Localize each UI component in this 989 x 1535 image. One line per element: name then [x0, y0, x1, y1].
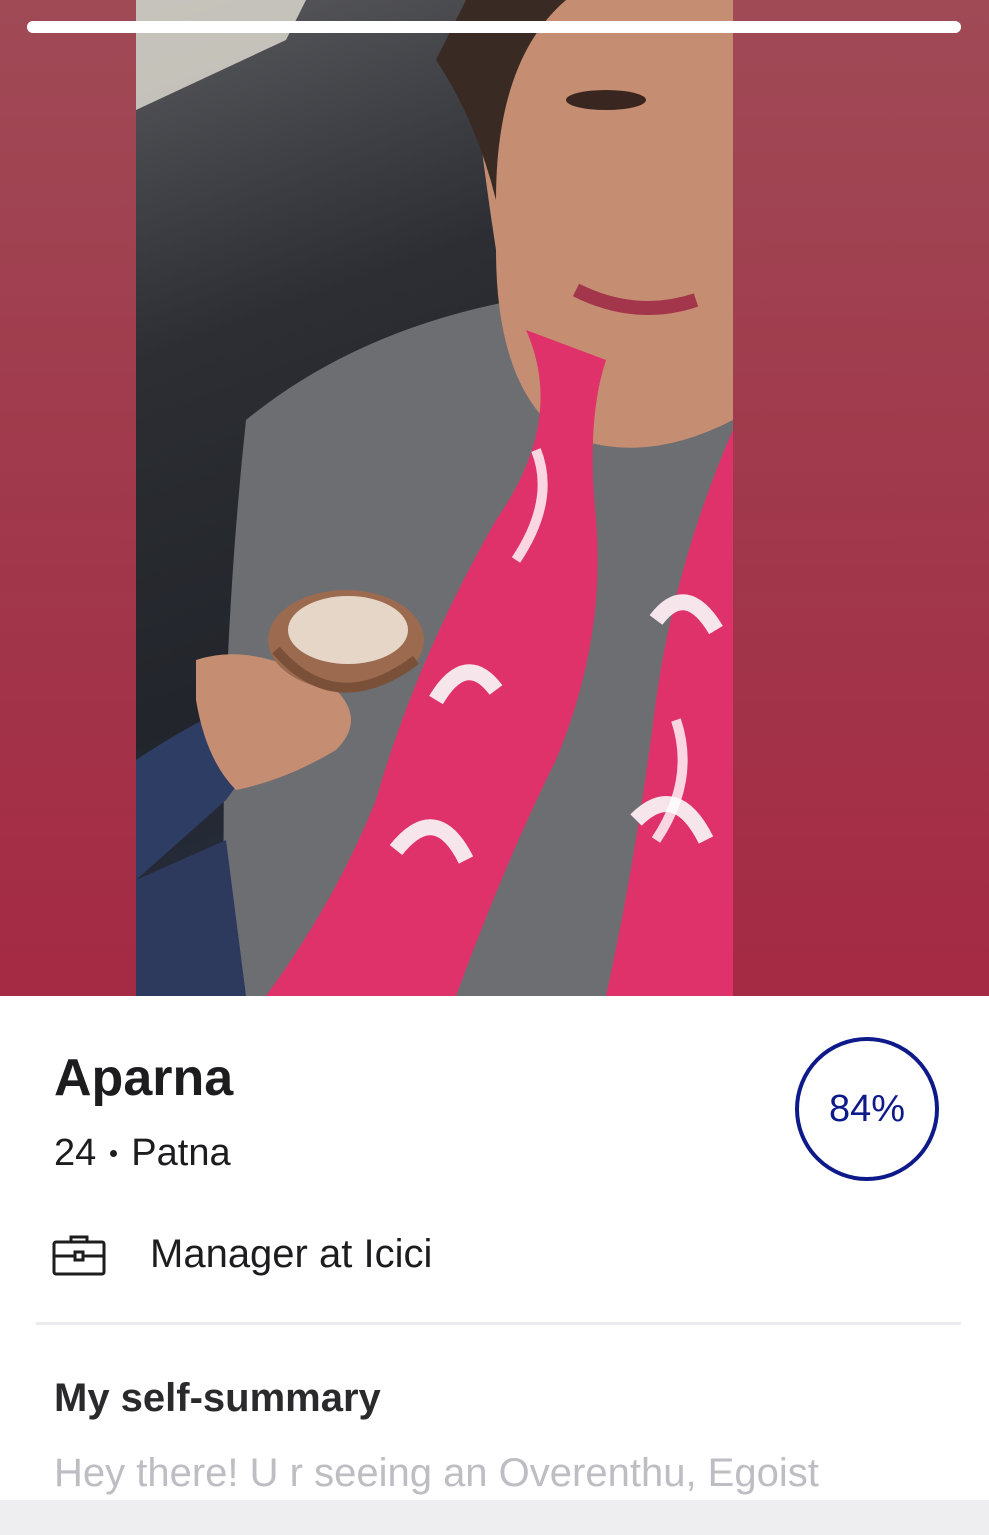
profile-location: Patna	[131, 1132, 231, 1174]
job-row: Manager at Icici	[52, 1232, 432, 1277]
briefcase-icon	[52, 1235, 106, 1275]
self-summary-heading: My self-summary	[54, 1376, 381, 1420]
match-percentage-badge[interactable]: 84%	[795, 1037, 939, 1181]
photo-illustration	[136, 0, 733, 996]
job-title: Manager at Icici	[150, 1232, 433, 1276]
profile-meta: 24 Patna	[54, 1132, 231, 1175]
self-summary-preview[interactable]: Hey there! U r seeing an Overenthu, Egoi…	[54, 1451, 819, 1496]
profile-photo[interactable]	[136, 0, 733, 996]
profile-name: Aparna	[54, 1049, 234, 1107]
match-percentage-value: 84%	[828, 1087, 906, 1130]
profile-age: 24	[54, 1132, 97, 1174]
profile-card: Aparna 24 Patna 84% Manager at Icici My …	[0, 0, 989, 1500]
photo-progress-track	[27, 21, 961, 33]
photo-progress-fill	[27, 21, 961, 33]
section-divider	[36, 1322, 961, 1325]
photo-area[interactable]	[0, 0, 989, 996]
separator-dot	[110, 1150, 118, 1157]
profile-info: Aparna 24 Patna 84% Manager at Icici My …	[0, 996, 989, 1500]
bottom-strip	[0, 1500, 989, 1535]
